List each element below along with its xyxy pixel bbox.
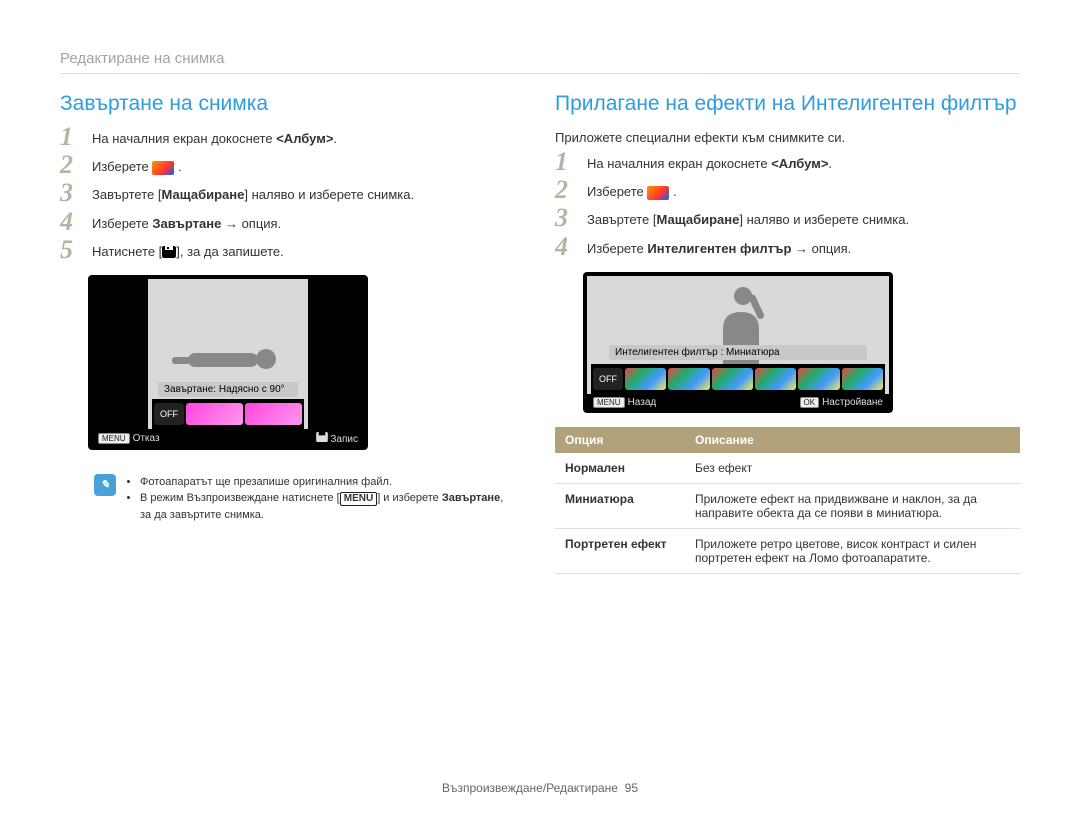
option-off-icon: OFF [154, 403, 184, 425]
edit-photo-icon [647, 186, 669, 200]
edit-photo-icon [152, 161, 174, 175]
screenshot-body: Завъртане: Надясно с 90° OFF [92, 279, 364, 429]
menu-key-icon: MENU [593, 397, 625, 408]
option-name: Миниатюра [555, 483, 685, 528]
thumbnail-strip: OFF [591, 364, 885, 394]
step: Изберете . [60, 158, 525, 176]
menu-key-icon: MENU [98, 433, 130, 444]
option-thumb [186, 403, 243, 425]
left-column: Завъртане на снимка На началния екран до… [60, 92, 525, 574]
info-note: ✎ Фотоапаратът ще презапише оригиналния … [88, 464, 525, 534]
table-row: МиниатюраПриложете ефект на придвижване … [555, 483, 1020, 528]
note-item: Фотоапаратът ще презапише оригиналния фа… [140, 474, 511, 491]
note-item: В режим Възпроизвеждане натиснете [MENU]… [140, 490, 511, 523]
option-desc: Без ефект [685, 453, 1020, 484]
option-desc: Приложете ефект на придвижване и наклон,… [685, 483, 1020, 528]
option-thumb [798, 368, 839, 390]
option-name: Нормален [555, 453, 685, 484]
step: Натиснете [], за да запишете. [60, 243, 525, 261]
table-row: НормаленБез ефект [555, 453, 1020, 484]
save-icon [316, 432, 328, 442]
save-icon [162, 246, 176, 258]
note-list: Фотоапаратът ще презапише оригиналния фа… [126, 474, 511, 524]
info-icon: ✎ [94, 474, 116, 496]
section-title-smartfilter: Прилагане на ефекти на Интелигентен филт… [555, 92, 1020, 116]
set-label: Настройване [822, 397, 883, 408]
step: Завъртете [Мащабиране] наляво и изберете… [60, 186, 525, 204]
right-column: Прилагане на ефекти на Интелигентен филт… [555, 92, 1020, 574]
options-table: Опция Описание НормаленБез ефект Миниатю… [555, 427, 1020, 574]
option-thumb [755, 368, 796, 390]
overlay-label: Интелигентен филтър : Миниатюра [609, 345, 867, 360]
step: На началния екран докоснете <Албум>. [60, 130, 525, 148]
table-header-desc: Описание [685, 427, 1020, 453]
step: Завъртете [Мащабиране] наляво и изберете… [555, 211, 1020, 229]
cancel-label: Отказ [133, 433, 160, 444]
step: Изберете Завъртане → опция. [60, 215, 525, 233]
table-header-option: Опция [555, 427, 685, 453]
section-intro: Приложете специални ефекти към снимките … [555, 130, 1020, 145]
thumbnail-strip: OFF [152, 399, 304, 429]
screenshot-footer: MENUОтказ Запис [92, 429, 364, 446]
ok-key-icon: OK [800, 397, 820, 408]
overlay-label: Завъртане: Надясно с 90° [158, 382, 298, 397]
steps-rotate: На началния екран докоснете <Албум>. Изб… [60, 130, 525, 261]
step: Изберете Интелигентен филтър → опция. [555, 240, 1020, 258]
steps-smartfilter: На началния екран докоснете <Албум>. Изб… [555, 155, 1020, 258]
option-desc: Приложете ретро цветове, висок контраст … [685, 528, 1020, 573]
page-number: 95 [625, 781, 638, 795]
manual-page: Редактиране на снимка Завъртане на снимк… [0, 0, 1080, 815]
breadcrumb: Редактиране на снимка [60, 50, 1020, 74]
option-thumb [842, 368, 883, 390]
save-label: Запис [330, 434, 358, 445]
option-off-icon: OFF [593, 368, 623, 390]
menu-key-icon: MENU [340, 492, 377, 506]
screenshot-smartfilter: Интелигентен филтър : Миниатюра OFF MENU… [583, 272, 893, 413]
option-name: Портретен ефект [555, 528, 685, 573]
option-thumb [712, 368, 753, 390]
section-title-rotate: Завъртане на снимка [60, 92, 525, 116]
footer-section: Възпроизвеждане/Редактиране [442, 781, 618, 795]
two-columns: Завъртане на снимка На началния екран до… [60, 92, 1020, 574]
screenshot-body: Интелигентен филтър : Миниатюра OFF [587, 276, 889, 394]
page-footer: Възпроизвеждане/Редактиране 95 [0, 781, 1080, 795]
back-label: Назад [628, 397, 657, 408]
option-thumb [625, 368, 666, 390]
option-thumb [668, 368, 709, 390]
screenshot-footer: MENUНазад OKНастройване [587, 394, 889, 409]
option-thumb [245, 403, 302, 425]
table-row: Портретен ефектПриложете ретро цветове, … [555, 528, 1020, 573]
step: На началния екран докоснете <Албум>. [555, 155, 1020, 173]
step: Изберете . [555, 183, 1020, 201]
person-icon [168, 339, 288, 379]
screenshot-rotate: Завъртане: Надясно с 90° OFF MENUОтказ З… [88, 275, 368, 450]
